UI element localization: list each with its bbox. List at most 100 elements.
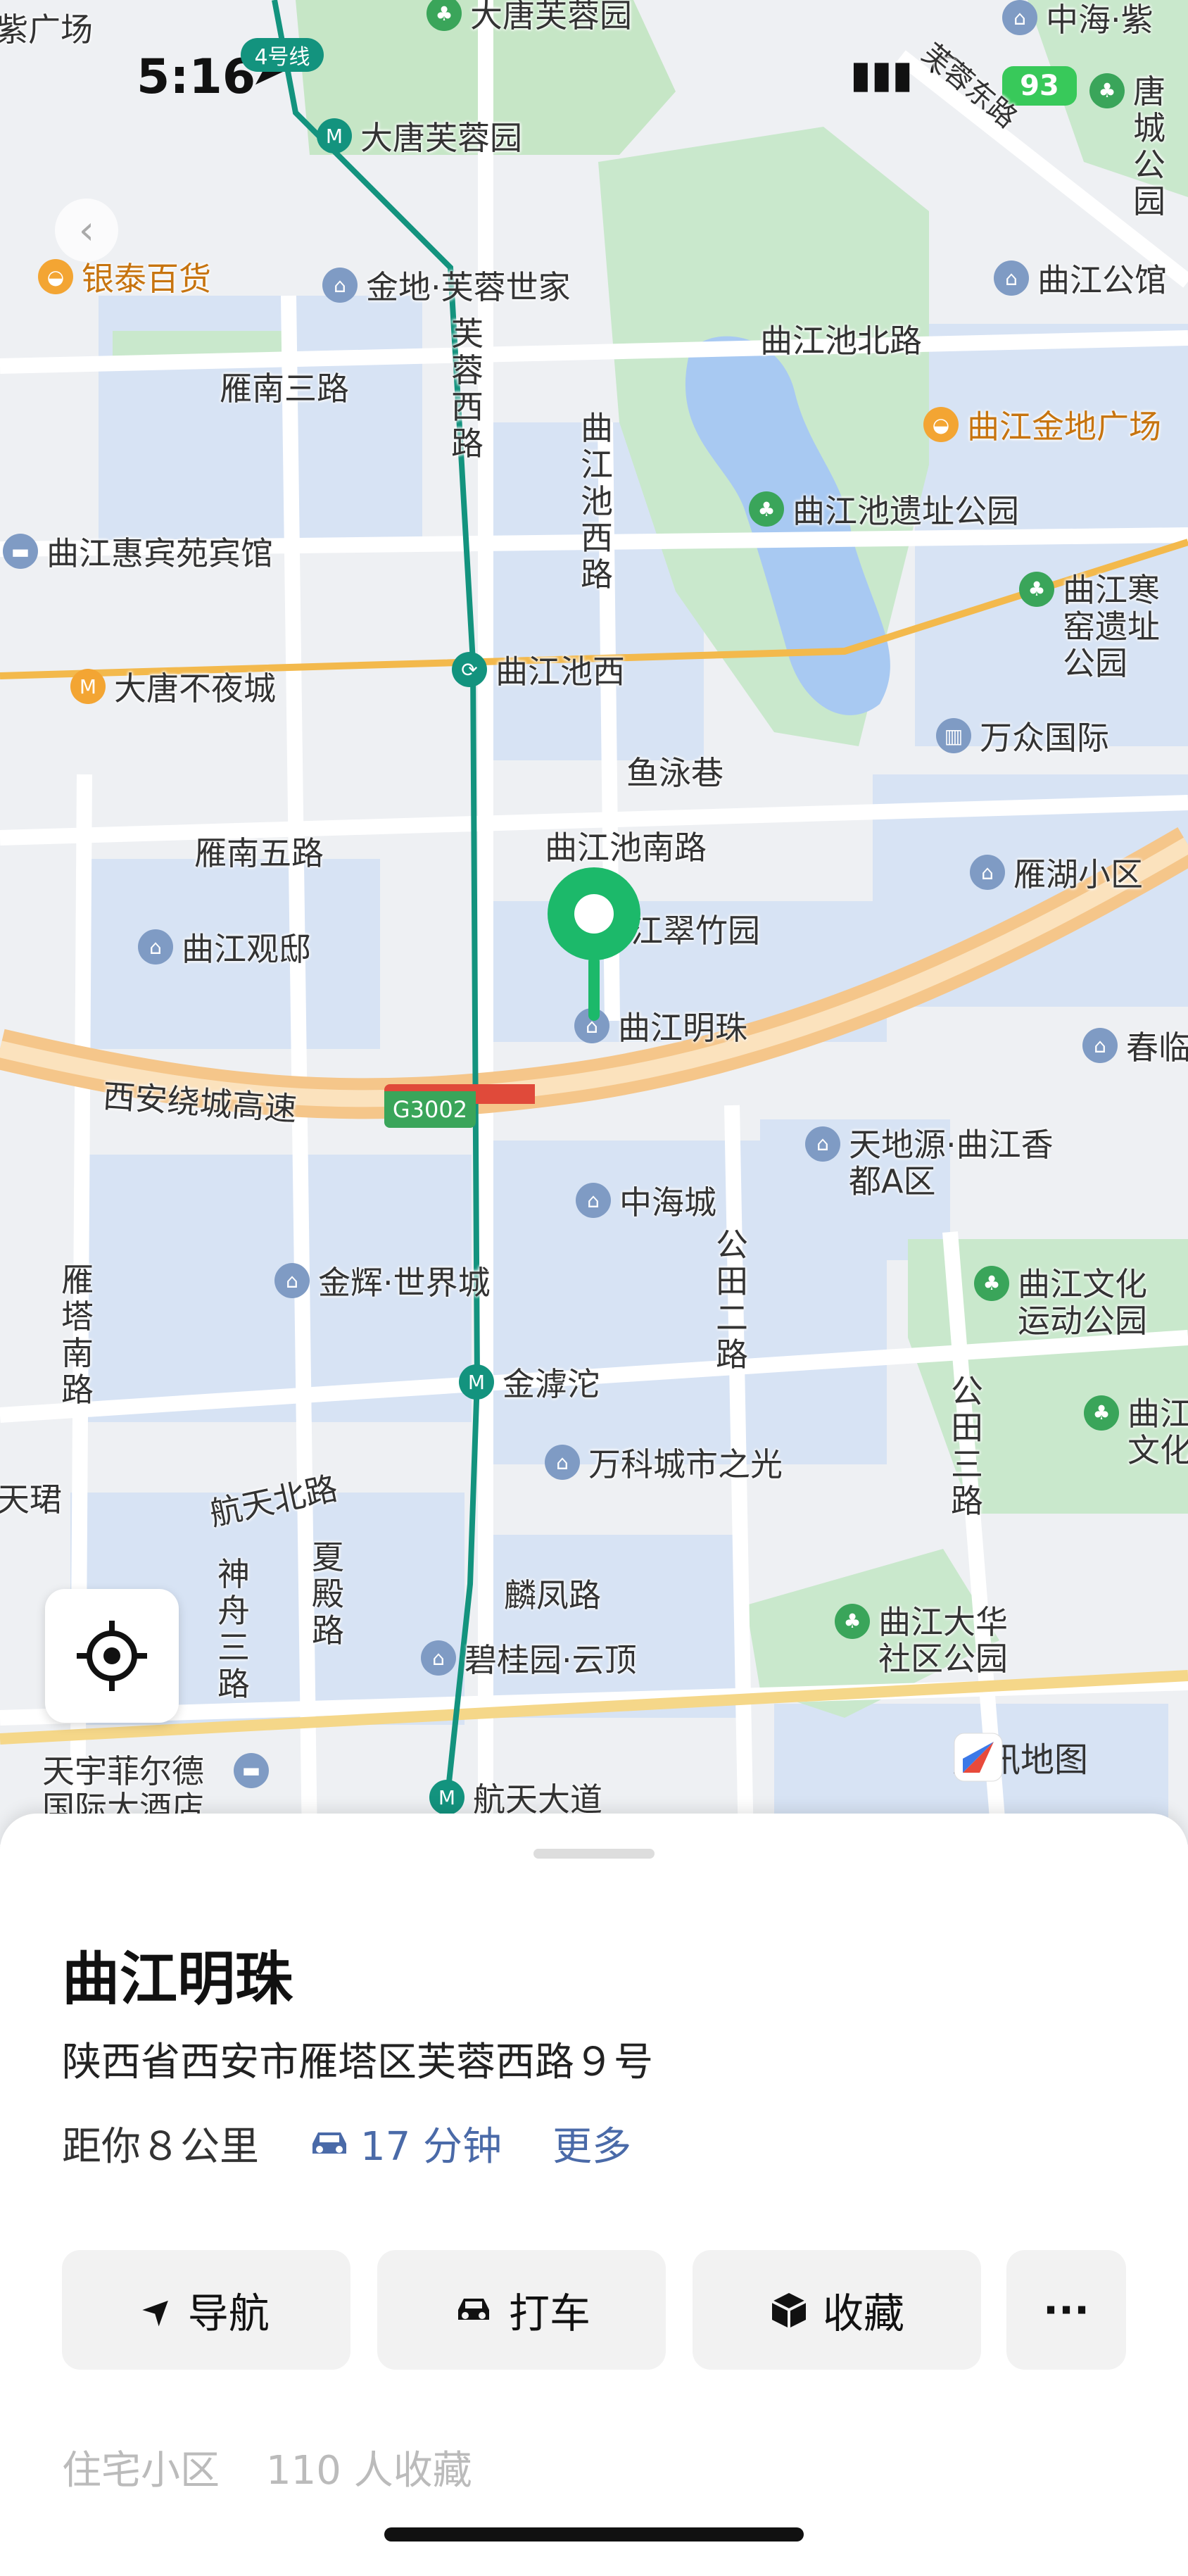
map-poi[interactable]: ♣ 大唐芙蓉园 (426, 0, 632, 37)
map-poi[interactable]: ◒ 银泰百货 (38, 253, 211, 300)
sheet-drag-handle[interactable] (533, 1849, 655, 1859)
metro-station[interactable]: M 大唐不夜城 (70, 663, 276, 710)
road-label: 公田二路 (716, 1226, 748, 1374)
collect-button[interactable]: 收藏 (693, 2250, 981, 2370)
signal-icon: ▮▮▮ (850, 52, 914, 96)
category-text: 住宅小区 (62, 2448, 220, 2494)
tencent-map-logo-icon (954, 1733, 1003, 1782)
map-poi[interactable]: ⌂ 天地源·曲江香都A区 (805, 1126, 1060, 1200)
road-label: 雁南五路 (194, 834, 324, 872)
map-label: 紫广场 (0, 11, 93, 49)
metro-station[interactable]: M 金滹沱 (459, 1359, 600, 1405)
crosshair-icon (77, 1621, 147, 1691)
battery-level: 93 (1020, 70, 1059, 102)
residential-icon: ⌂ (421, 1640, 456, 1676)
road-label: 夏殿路 (312, 1538, 344, 1650)
shopping-icon: ◒ (38, 259, 73, 294)
map-label: 江翠竹园 (631, 912, 760, 950)
office-icon: ▥ (936, 718, 971, 753)
status-time: 5:16 (137, 49, 256, 105)
park-icon: ♣ (835, 1604, 870, 1639)
hotel-icon: ▬ (234, 1753, 269, 1788)
map-poi[interactable]: ⌂ 万科城市之光 (545, 1439, 783, 1485)
place-detail-sheet[interactable]: 曲江明珠 陕西省西安市雁塔区芙蓉西路９号 距你８公里 17 分钟 更多 ➤ 导航… (0, 1814, 1188, 2576)
map-poi[interactable]: ♣ 曲江文化运动公园 (974, 1266, 1165, 1339)
more-link[interactable]: 更多 (552, 2115, 631, 2172)
map-view[interactable]: 5:16 ➤ ▮▮▮ ◠ 93 ‹ 4号线 G3002 紫广场 ♣大唐芙蓉园 ⌂… (0, 0, 1188, 1845)
road-label: 芙蓉西路 (451, 315, 484, 463)
ellipsis-icon: ··· (1042, 2286, 1090, 2334)
map-poi[interactable]: ⌂ 碧桂园·云顶 (421, 1635, 637, 1681)
park-icon: ♣ (974, 1266, 1009, 1301)
park-icon: ♣ (749, 491, 784, 527)
map-watermark: 腾讯地图 (953, 1732, 1088, 1782)
park-icon: ♣ (426, 0, 462, 31)
shopping-icon: ◒ (923, 407, 959, 442)
distance-text: 距你８公里 (62, 2124, 259, 2170)
metro-icon: M (70, 669, 106, 704)
residential-icon: ⌂ (805, 1126, 840, 1162)
metro-icon: M (317, 118, 352, 153)
place-meta: 距你８公里 17 分钟 更多 (62, 2115, 631, 2172)
map-poi[interactable]: ⌂ 曲江公馆 (994, 255, 1167, 301)
map-poi[interactable]: ♣ 曲江寒窑遗址公园 (1019, 572, 1168, 681)
residential-icon: ⌂ (322, 268, 358, 303)
map-poi[interactable]: ▬ 曲江惠宾苑宾馆 (3, 528, 273, 574)
residential-icon: ⌂ (994, 260, 1029, 296)
locate-me-button[interactable] (45, 1589, 179, 1723)
residential-icon: ⌂ (576, 1183, 611, 1218)
map-poi[interactable]: ⌂ 中海·紫 (1002, 0, 1154, 41)
drive-time-link[interactable]: 17 分钟 (308, 2115, 502, 2172)
back-button[interactable]: ‹ (55, 199, 118, 262)
metro-icon: M (429, 1780, 465, 1815)
box-icon (771, 2293, 807, 2328)
park-icon: ♣ (1089, 73, 1125, 108)
road-label: 雁塔南路 (61, 1261, 94, 1409)
location-pin-icon[interactable] (545, 865, 643, 1026)
map-poi[interactable]: ♣ 曲江大华社区公园 (835, 1604, 1026, 1677)
chevron-left-icon: ‹ (78, 207, 95, 253)
road-label: 鱼泳巷 (626, 754, 723, 792)
place-name: 曲江明珠 (62, 1946, 293, 2013)
building-icon: ⌂ (1002, 0, 1037, 35)
map-poi[interactable]: ♣ 曲江池遗址公园 (749, 486, 1019, 532)
park-icon: ♣ (1019, 572, 1054, 607)
home-indicator[interactable] (384, 2527, 804, 2542)
place-address: 陕西省西安市雁塔区芙蓉西路９号 (62, 2040, 653, 2085)
road-label: 公田三路 (951, 1372, 983, 1520)
map-poi[interactable]: ⌂ 雁湖小区 (970, 849, 1143, 896)
residential-icon: ⌂ (274, 1263, 310, 1298)
road-label: 曲江池北路 (760, 322, 922, 360)
road-label: 雁南三路 (220, 370, 349, 408)
metro-line-badge: 4号线 (241, 38, 324, 72)
taxi-icon (457, 2299, 489, 2320)
taxi-button[interactable]: 打车 (377, 2250, 666, 2370)
park-icon: ♣ (1084, 1395, 1119, 1431)
map-poi[interactable]: ⌂ 金辉·世界城 (274, 1257, 491, 1304)
map-poi[interactable]: ⌂ 中海城 (576, 1177, 716, 1224)
navigation-arrow-icon: ➤ (132, 2284, 184, 2336)
pin-shape (548, 867, 640, 1021)
map-poi[interactable]: ⌂ 金地·芙蓉世家 (322, 262, 571, 308)
map-label: 天珺 (0, 1481, 62, 1519)
more-options-button[interactable]: ··· (1006, 2250, 1126, 2370)
map-poi[interactable]: ♣ 曲江文化 (1084, 1395, 1188, 1469)
residential-icon: ⌂ (545, 1445, 580, 1480)
map-poi[interactable]: ▥ 万众国际 (936, 712, 1109, 759)
road-label: 神舟三路 (217, 1555, 250, 1703)
map-poi[interactable]: ⌂ 春临 (1082, 1022, 1188, 1069)
expressway-badge: G3002 (384, 1084, 476, 1128)
map-poi[interactable]: ♣ 唐城公园 (1089, 73, 1170, 220)
metro-station[interactable]: ⟳ 曲江池西 (452, 646, 625, 693)
navigate-button[interactable]: ➤ 导航 (62, 2250, 350, 2370)
place-category-row: 住宅小区 110 人收藏 (62, 2439, 472, 2496)
residential-icon: ⌂ (1082, 1028, 1118, 1063)
road-label: 曲江池南路 (545, 829, 707, 867)
metro-icon: M (459, 1364, 494, 1400)
map-poi[interactable]: ⌂ 曲江观邸 (138, 924, 311, 970)
transfer-icon: ⟳ (452, 652, 487, 687)
hotel-icon: ▬ (3, 534, 38, 569)
road-label: 麟凤路 (504, 1576, 601, 1614)
map-poi[interactable]: ◒ 曲江金地广场 (923, 401, 1161, 448)
metro-station[interactable]: M 大唐芙蓉园 (317, 113, 522, 159)
